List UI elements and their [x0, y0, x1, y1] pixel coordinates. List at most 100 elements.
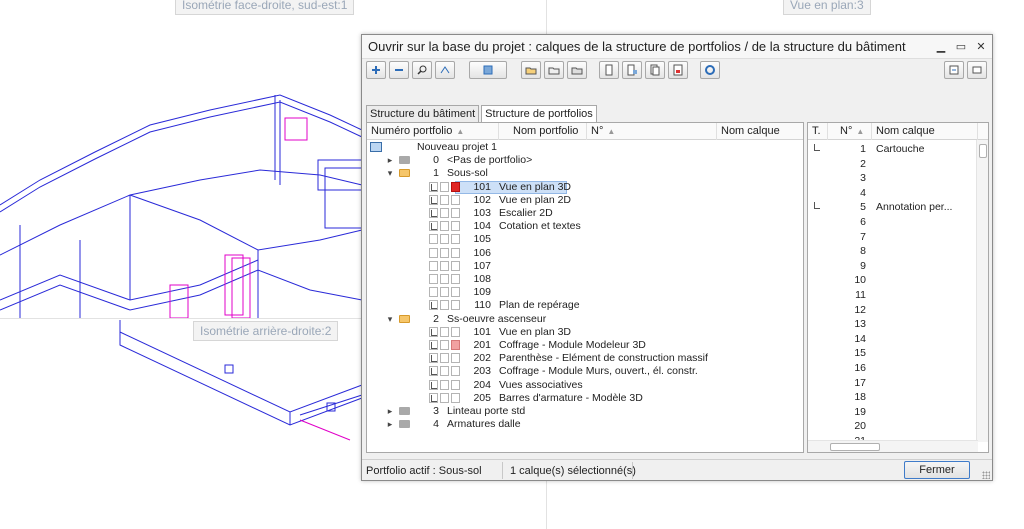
document-icon[interactable]: [429, 221, 438, 232]
document-icon[interactable]: [429, 300, 438, 311]
tree-portfolio-row[interactable]: ▸ 3 Linteau porte std: [367, 405, 803, 418]
document-copy-icon[interactable]: [645, 61, 665, 79]
document-icon[interactable]: [599, 61, 619, 79]
document-icon[interactable]: [429, 181, 438, 192]
layer-color-swatch[interactable]: [451, 287, 460, 298]
remove-icon[interactable]: [389, 61, 409, 79]
layer-checkbox[interactable]: [429, 287, 438, 298]
layer-color-swatch[interactable]: [451, 366, 460, 377]
column-layer-name[interactable]: Nom calque: [717, 123, 803, 140]
layer-color-swatch[interactable]: [451, 300, 460, 311]
tree-layer-row[interactable]: 107: [367, 260, 803, 273]
layer-list-row[interactable]: 16: [808, 361, 978, 375]
layer-checkbox[interactable]: [440, 353, 449, 364]
layer-checkbox[interactable]: [440, 221, 449, 232]
layer-checkbox[interactable]: [440, 340, 449, 350]
layer-color-swatch[interactable]: [451, 221, 460, 232]
expand-right-icon[interactable]: ▸: [385, 418, 395, 431]
tree-portfolio-row[interactable]: ▾ 2 Ss-oeuvre ascenseur: [367, 313, 803, 326]
save-folder-icon[interactable]: [544, 61, 564, 79]
layer-color-swatch[interactable]: [451, 208, 460, 218]
expand-down-icon[interactable]: ▾: [385, 167, 395, 180]
expand-right-icon[interactable]: ▸: [385, 154, 395, 167]
layer-list-row[interactable]: 12: [808, 303, 978, 317]
export-icon[interactable]: [944, 61, 964, 79]
column-name[interactable]: Nom calque: [872, 123, 978, 140]
layer-color-swatch[interactable]: [451, 340, 460, 350]
layer-list-row[interactable]: 20: [808, 419, 978, 433]
layer-color-swatch[interactable]: [451, 234, 460, 245]
column-type[interactable]: T.: [808, 123, 828, 140]
layer-list-row[interactable]: 1 Cartouche: [808, 142, 978, 156]
tree-layer-row[interactable]: 106: [367, 247, 803, 260]
layer-checkbox[interactable]: [440, 366, 449, 377]
close-window-button[interactable]: ✕: [972, 38, 990, 56]
layer-color-swatch[interactable]: [451, 353, 460, 364]
layer-checkbox[interactable]: [440, 208, 449, 218]
vertical-scrollbar[interactable]: [976, 140, 988, 442]
tree-layer-row[interactable]: 205 Barres d'armature - Modèle 3D: [367, 392, 803, 405]
assign-icon[interactable]: [469, 61, 507, 79]
scroll-thumb[interactable]: [830, 443, 880, 451]
add-icon[interactable]: [366, 61, 386, 79]
layer-checkbox[interactable]: [440, 274, 449, 284]
viewport-label-plan-3[interactable]: Vue en plan:3: [783, 0, 871, 15]
layer-list-row[interactable]: 10: [808, 273, 978, 287]
tree-layer-row[interactable]: 104 Cotation et textes: [367, 220, 803, 233]
layer-checkbox[interactable]: [429, 274, 438, 284]
layer-checkbox[interactable]: [440, 379, 449, 390]
tree-portfolio-row[interactable]: ▾ 1 Sous-sol: [367, 167, 803, 180]
document-icon[interactable]: [429, 392, 438, 403]
document-icon[interactable]: [429, 194, 438, 205]
document-chart-icon[interactable]: [668, 61, 688, 79]
column-layer-number[interactable]: N° ▲: [587, 123, 717, 140]
layer-checkbox[interactable]: [440, 181, 449, 192]
layer-list-row[interactable]: 14: [808, 332, 978, 346]
layer-list-row[interactable]: 8: [808, 244, 978, 258]
document-new-icon[interactable]: [622, 61, 642, 79]
horizontal-scrollbar[interactable]: [808, 440, 978, 452]
tree-layer-row[interactable]: 101 Vue en plan 3D: [367, 180, 803, 194]
expand-right-icon[interactable]: ▸: [385, 405, 395, 418]
tab-building-structure[interactable]: Structure du bâtiment: [366, 105, 480, 123]
dialog-titlebar[interactable]: Ouvrir sur la base du projet : calques d…: [362, 35, 992, 59]
minimize-button[interactable]: ▁: [932, 38, 950, 56]
column-number[interactable]: N° ▲: [828, 123, 872, 140]
viewport-label-isometric-1[interactable]: Isométrie face-droite, sud-est:1: [175, 0, 355, 15]
tree-layer-row[interactable]: 203 Coffrage - Module Murs, ouvert., él. …: [367, 365, 803, 378]
layer-color-swatch[interactable]: [451, 260, 460, 271]
layer-list-row[interactable]: 11: [808, 288, 978, 302]
layer-list-row[interactable]: 15: [808, 346, 978, 360]
close-button[interactable]: Fermer: [904, 461, 970, 479]
viewport-label-isometric-2[interactable]: Isométrie arrière-droite:2: [193, 321, 339, 341]
layer-color-swatch[interactable]: [451, 247, 460, 258]
layer-checkbox[interactable]: [429, 260, 438, 271]
tree-layer-row[interactable]: 108: [367, 273, 803, 286]
document-icon[interactable]: [429, 366, 438, 377]
tree-layer-row[interactable]: 105: [367, 233, 803, 246]
layer-checkbox[interactable]: [440, 287, 449, 298]
tree-project-row[interactable]: Nouveau projet 1: [367, 141, 803, 154]
tree-layer-row[interactable]: 103 Escalier 2D: [367, 207, 803, 220]
layer-list-row[interactable]: 5 Annotation per...: [808, 200, 978, 214]
layer-list-row[interactable]: 2: [808, 157, 978, 171]
rename-icon[interactable]: [435, 61, 455, 79]
layer-color-swatch[interactable]: [451, 181, 460, 192]
tree-portfolio-row[interactable]: ▸ 4 Armatures dalle: [367, 418, 803, 431]
layer-checkbox[interactable]: [440, 260, 449, 271]
open-folder-icon[interactable]: [521, 61, 541, 79]
layer-checkbox[interactable]: [440, 247, 449, 258]
layer-color-swatch[interactable]: [451, 274, 460, 284]
column-portfolio-number[interactable]: Numéro portfolio ▲: [367, 123, 499, 140]
import-icon[interactable]: [967, 61, 987, 79]
tree-layer-row[interactable]: 109: [367, 286, 803, 299]
tree-layer-row[interactable]: 204 Vues associatives: [367, 379, 803, 392]
layer-list-row[interactable]: 17: [808, 376, 978, 390]
tree-portfolio-row[interactable]: ▸ 0 <Pas de portfolio>: [367, 154, 803, 167]
find-icon[interactable]: [412, 61, 432, 79]
expand-down-icon[interactable]: ▾: [385, 313, 395, 326]
column-portfolio-name[interactable]: Nom portfolio: [499, 123, 587, 140]
layer-checkbox[interactable]: [440, 300, 449, 311]
tree-layer-row[interactable]: 201 Coffrage - Module Modeleur 3D: [367, 339, 803, 352]
layer-color-swatch[interactable]: [451, 326, 460, 337]
